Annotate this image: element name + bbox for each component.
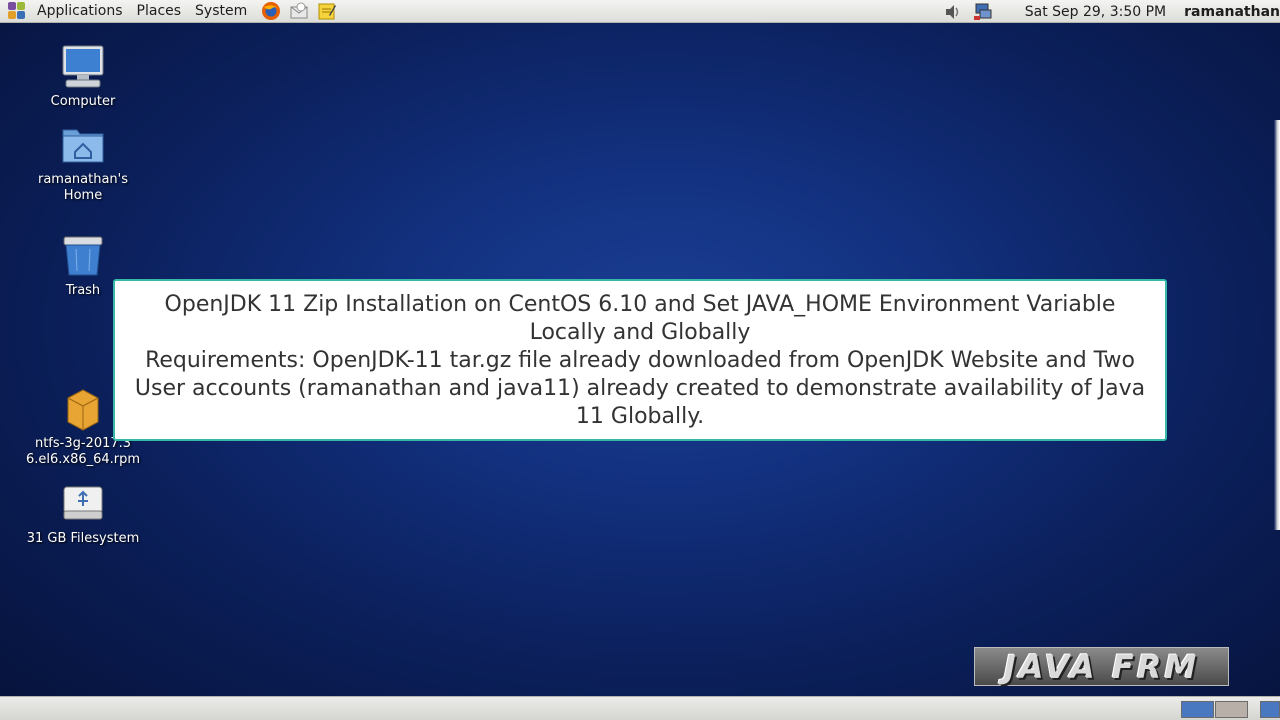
bottom-panel [0, 696, 1280, 720]
desktop-icon-label: ramanathan's Home [37, 172, 129, 203]
clock[interactable]: Sat Sep 29, 3:50 PM [1025, 4, 1166, 20]
watermark-logo: JAVA FRM [974, 647, 1229, 686]
workspace-1[interactable] [1181, 701, 1214, 718]
trash-icon [60, 233, 106, 279]
mail-launcher-icon[interactable] [288, 0, 310, 22]
computer-icon [60, 44, 106, 90]
home-folder-icon [60, 122, 106, 168]
package-icon [60, 386, 106, 432]
volume-icon[interactable] [943, 2, 963, 22]
menu-system[interactable]: System [188, 0, 254, 23]
caption-requirements: Requirements: OpenJDK-11 tar.gz file alr… [134, 348, 1146, 429]
menu-applications[interactable]: Applications [30, 0, 130, 23]
main-menu: Applications Places System [0, 0, 338, 23]
system-tray: Sat Sep 29, 3:50 PM ramanathan [943, 0, 1280, 23]
desktop-icon-label: Computer [50, 94, 116, 109]
notes-launcher-icon[interactable] [316, 0, 338, 22]
applications-logo-icon[interactable] [8, 2, 26, 20]
workspace-3[interactable] [1260, 701, 1280, 718]
workspace-2[interactable] [1215, 701, 1248, 718]
menu-places[interactable]: Places [130, 0, 189, 23]
desktop-icon-filesystem[interactable]: 31 GB Filesystem [18, 481, 148, 547]
desktop-icon-label: 31 GB Filesystem [26, 531, 140, 546]
user-menu[interactable]: ramanathan [1184, 4, 1280, 20]
desktop-icon-home[interactable]: ramanathan's Home [18, 122, 148, 204]
desktop-icon-computer[interactable]: Computer [18, 44, 148, 110]
firefox-launcher-icon[interactable] [260, 0, 282, 22]
window-edge [1274, 120, 1280, 530]
caption-title: OpenJDK 11 Zip Installation on CentOS 6.… [164, 292, 1116, 345]
usb-drive-icon [60, 481, 106, 527]
top-panel: Applications Places System Sat Sep 29, 3… [0, 0, 1280, 23]
network-icon[interactable] [973, 2, 993, 22]
caption-box: OpenJDK 11 Zip Installation on CentOS 6.… [113, 279, 1167, 441]
